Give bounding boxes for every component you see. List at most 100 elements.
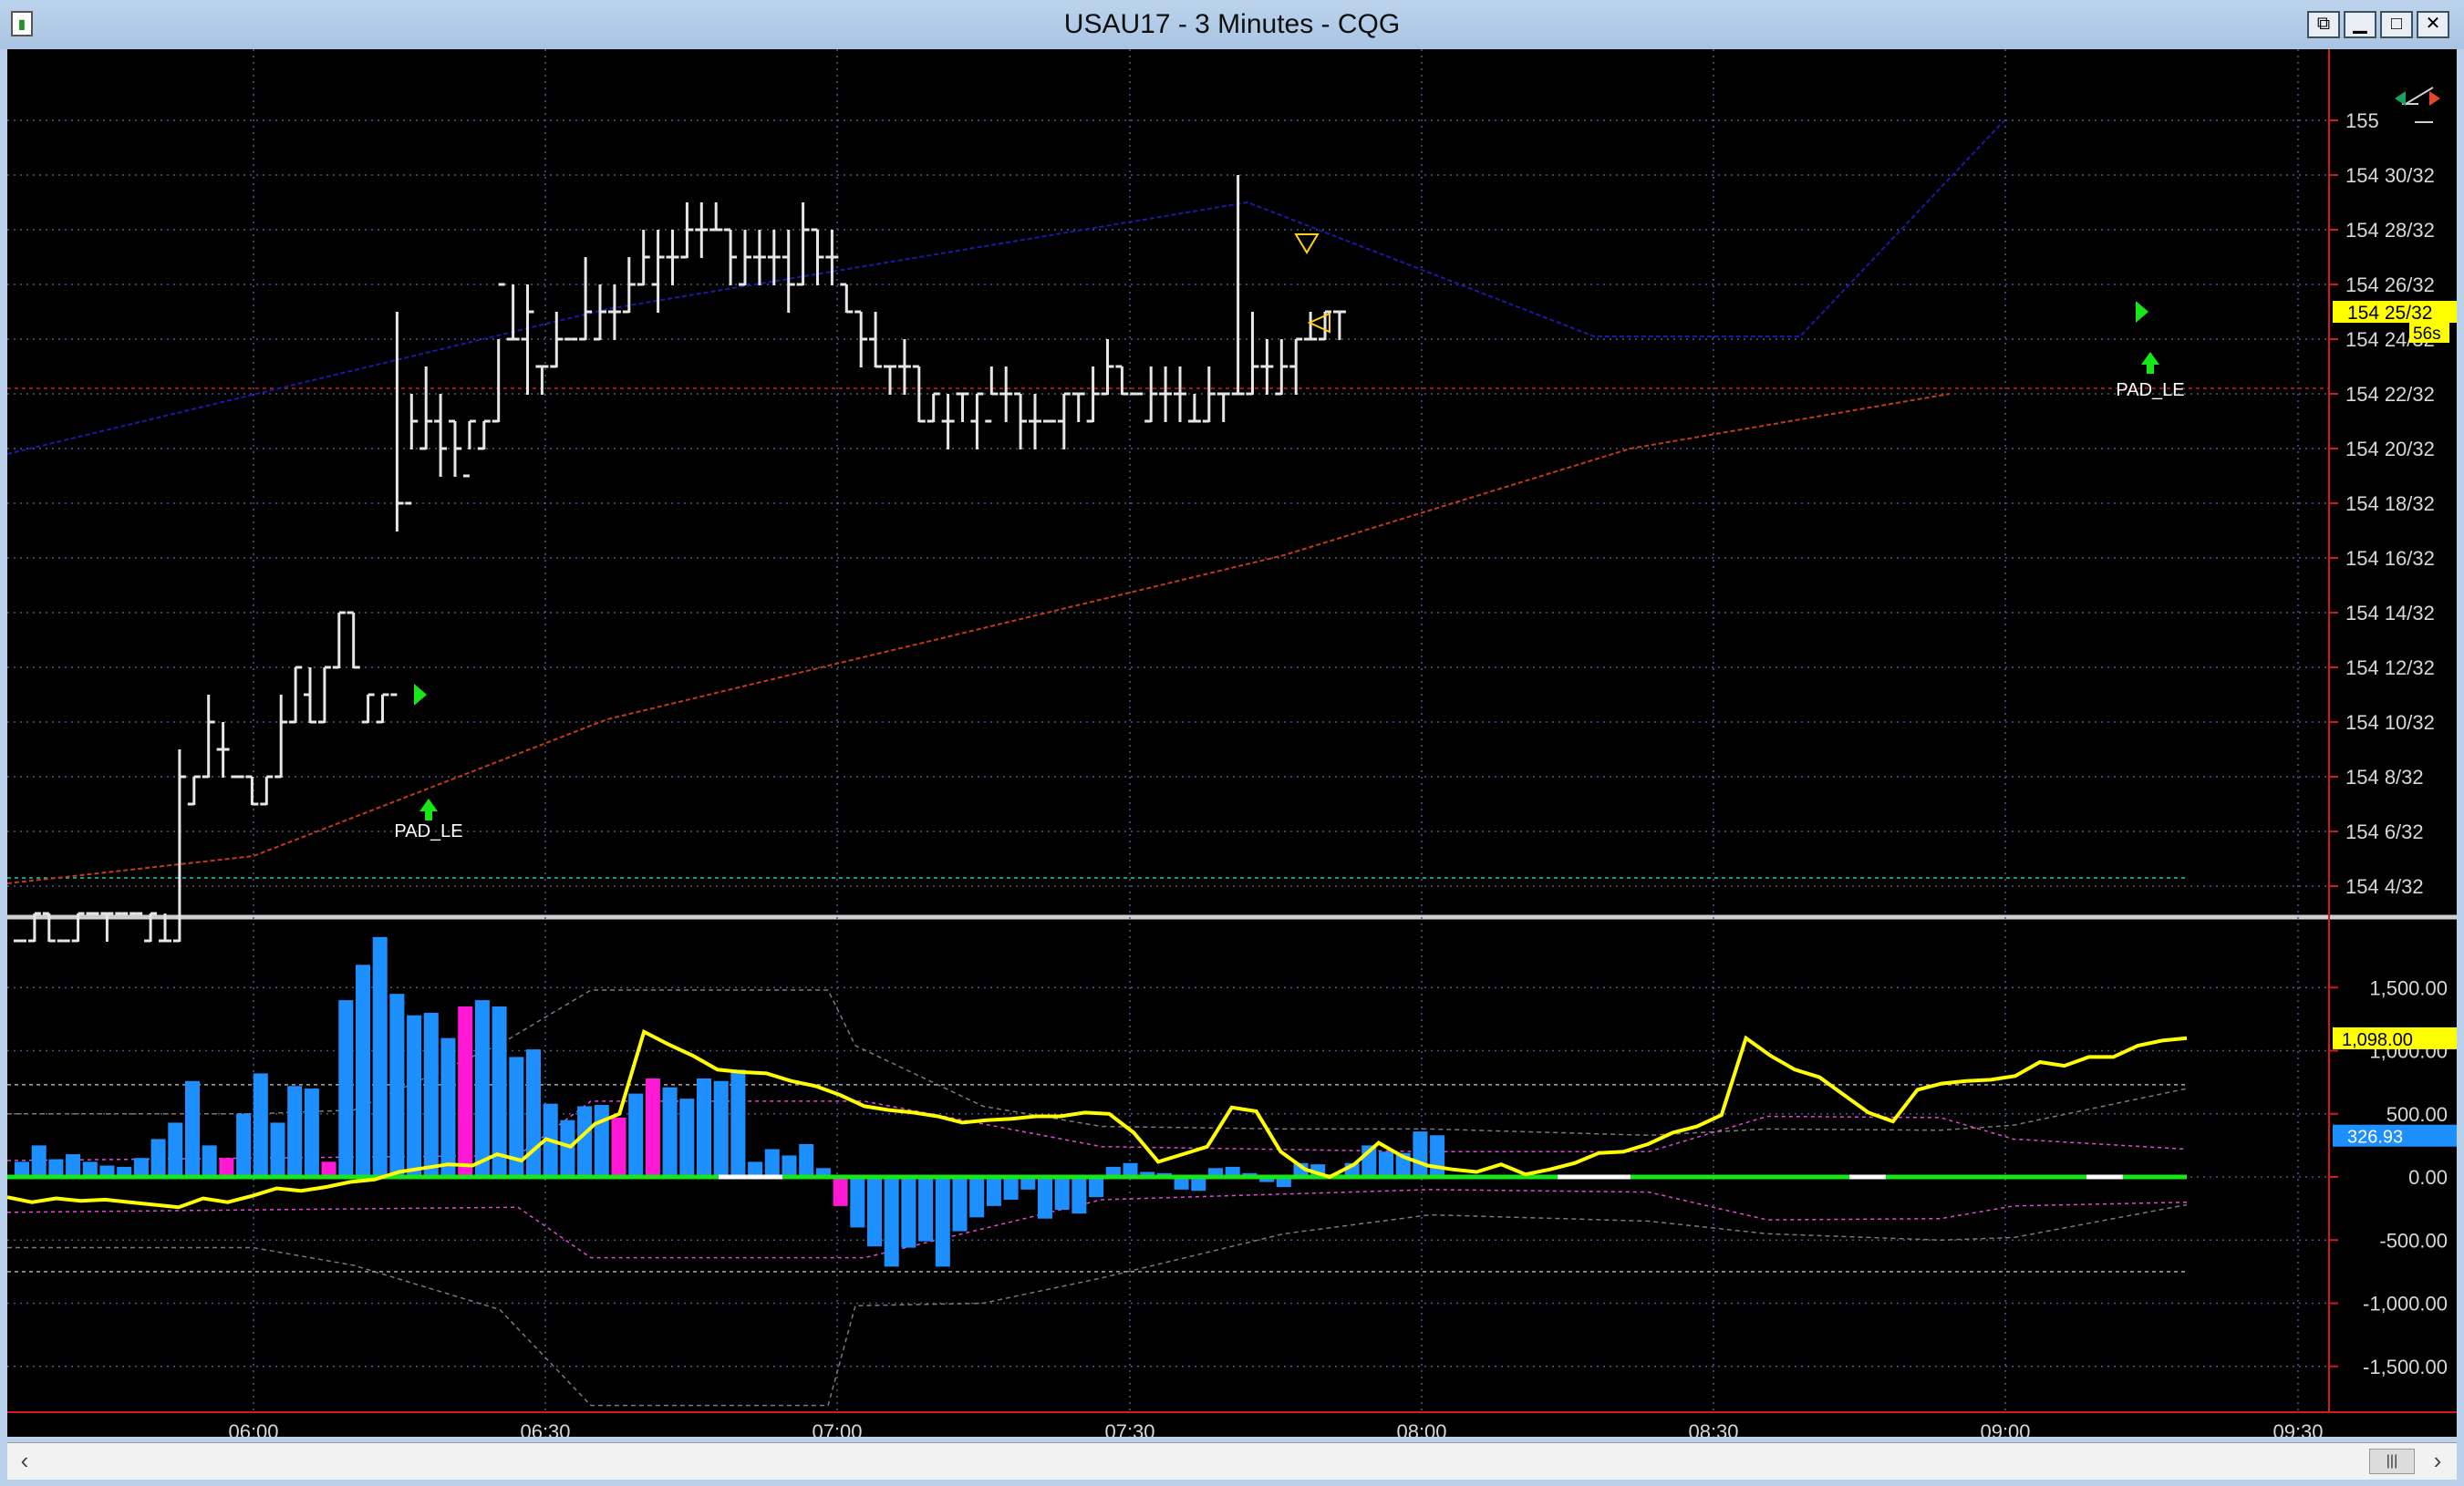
histogram-bar — [474, 1000, 490, 1177]
signal-label-1: PAD_LE — [394, 821, 462, 841]
histogram-bar — [440, 1037, 456, 1177]
horizontal-scrollbar[interactable]: ‹ ||| › — [7, 1442, 2457, 1480]
arrow-right-icon — [2429, 91, 2440, 106]
time-label: 06:30 — [520, 1420, 570, 1437]
histogram-bar — [270, 1122, 285, 1177]
long-entry-marker-2 — [2136, 301, 2148, 323]
histogram-bar — [202, 1145, 217, 1177]
indicator-label: -1,000.00 — [2363, 1293, 2448, 1316]
histogram-bar — [986, 1177, 1001, 1206]
histogram-bar — [356, 965, 370, 1177]
histogram-bar — [185, 1080, 200, 1177]
minimize-icon[interactable]: ▁ — [2344, 11, 2376, 38]
signal-label-2: PAD_LE — [2116, 380, 2184, 400]
histogram-bar — [1430, 1135, 1445, 1177]
histogram-bar — [1072, 1177, 1087, 1214]
price-label: 154 28/32 — [2345, 219, 2435, 242]
restore-icon[interactable]: ⧉ — [2307, 11, 2340, 38]
histogram-bar — [884, 1177, 899, 1267]
time-label: 06:00 — [228, 1420, 278, 1437]
histogram-bar — [1379, 1151, 1393, 1177]
histogram-bar — [799, 1143, 814, 1177]
price-chart[interactable]: 06:00 06:30 07:00 07:30 08:00 08:30 09:00 09:30… — [6, 49, 2457, 1443]
exit-signal-triangle — [1307, 312, 1330, 334]
histogram-bar — [1089, 1177, 1104, 1198]
histogram-bar — [782, 1155, 797, 1177]
histogram-bar — [219, 1158, 234, 1177]
indicator-label: -500.00 — [2379, 1229, 2448, 1252]
histogram-bar — [168, 1122, 183, 1177]
time-label: 07:30 — [1104, 1420, 1154, 1437]
histogram-bar — [764, 1149, 780, 1177]
maximize-icon[interactable]: □ — [2380, 11, 2413, 38]
scroll-thumb[interactable]: ||| — [2369, 1449, 2415, 1474]
histogram-bar — [577, 1106, 593, 1177]
histogram-bar — [236, 1113, 252, 1177]
histogram-bar — [287, 1086, 303, 1177]
scroll-right-icon[interactable]: › — [2424, 1447, 2451, 1474]
histogram-bar — [901, 1177, 916, 1248]
price-label: 155 — [2345, 109, 2379, 132]
chart-settings-icon — [2402, 87, 2434, 123]
histogram-bar — [492, 1006, 507, 1177]
indicator-envelope-lower — [7, 1203, 2188, 1407]
histogram-bar — [372, 936, 388, 1177]
long-entry-marker-1 — [414, 684, 427, 706]
indicator-band-magenta-lower — [6, 1189, 2188, 1259]
histogram-bar — [48, 1159, 64, 1177]
histogram-bar — [31, 1145, 47, 1177]
price-label: 154 4/32 — [2345, 875, 2424, 898]
window-title: USAU17 - 3 Minutes - CQG — [1063, 9, 1401, 39]
histogram-bar — [713, 1080, 729, 1177]
chart-window: ▮ USAU17 - 3 Minutes - CQG ⧉ ▁ □ ✕ 06:00… — [0, 0, 2464, 1486]
price-label: 154 22/32 — [2345, 383, 2435, 406]
time-label: 09:00 — [1980, 1420, 2030, 1437]
histogram-bar — [969, 1177, 985, 1218]
histogram-bar — [697, 1078, 711, 1177]
histogram-bar — [1003, 1177, 1019, 1200]
indicator-label: -1,500.00 — [2363, 1356, 2448, 1378]
histogram-bar — [645, 1078, 660, 1177]
time-label: 08:00 — [1396, 1420, 1446, 1437]
histogram-bar — [389, 994, 405, 1177]
oscillator-value: 1,098.00 — [2342, 1030, 2413, 1050]
price-label: 154 30/32 — [2345, 164, 2435, 187]
histogram-bar — [730, 1069, 746, 1177]
histogram-bar — [594, 1105, 609, 1177]
histogram-bar — [628, 1093, 644, 1177]
histogram-bar — [833, 1177, 848, 1206]
histogram-bar — [338, 1000, 354, 1177]
scroll-left-icon[interactable]: ‹ — [11, 1447, 38, 1474]
up-arrow-icon — [2141, 352, 2159, 374]
price-label: 154 26/32 — [2345, 273, 2435, 296]
histogram-bar — [253, 1073, 268, 1177]
time-label: 09:30 — [2272, 1420, 2323, 1437]
histogram-bar — [423, 1012, 439, 1177]
histogram-bar — [150, 1139, 166, 1177]
histogram-bar — [458, 1006, 473, 1177]
current-price-value: 154 25/32 — [2347, 303, 2432, 324]
histogram-bar — [850, 1177, 865, 1228]
histogram-bar — [679, 1099, 695, 1177]
price-label: 154 20/32 — [2345, 438, 2435, 460]
bar-countdown: 56s — [2413, 325, 2441, 344]
histogram-bar — [867, 1177, 882, 1247]
histogram-bar — [1038, 1177, 1052, 1219]
price-label: 154 14/32 — [2345, 602, 2435, 624]
histogram-bar — [935, 1177, 950, 1267]
indicator-label: 0.00 — [2408, 1166, 2448, 1189]
up-arrow-icon — [419, 799, 438, 820]
title-bar[interactable]: ▮ USAU17 - 3 Minutes - CQG ⧉ ▁ □ ✕ — [0, 0, 2464, 49]
close-icon[interactable]: ✕ — [2417, 11, 2449, 38]
arrow-left-icon — [2395, 91, 2406, 106]
histogram-bar — [952, 1177, 968, 1232]
chart-area[interactable]: 06:00 06:30 07:00 07:30 08:00 08:30 09:00 09:30… — [6, 49, 2457, 1443]
price-label: 154 8/32 — [2345, 766, 2424, 789]
time-label: 08:30 — [1688, 1420, 1738, 1437]
histogram-bar — [407, 1015, 422, 1177]
histogram-bar — [560, 1120, 575, 1177]
histogram-bar — [1054, 1177, 1070, 1211]
indicator-label: 1,500.00 — [2369, 976, 2448, 999]
histogram-bar — [66, 1154, 81, 1177]
histogram-bar — [133, 1158, 149, 1177]
